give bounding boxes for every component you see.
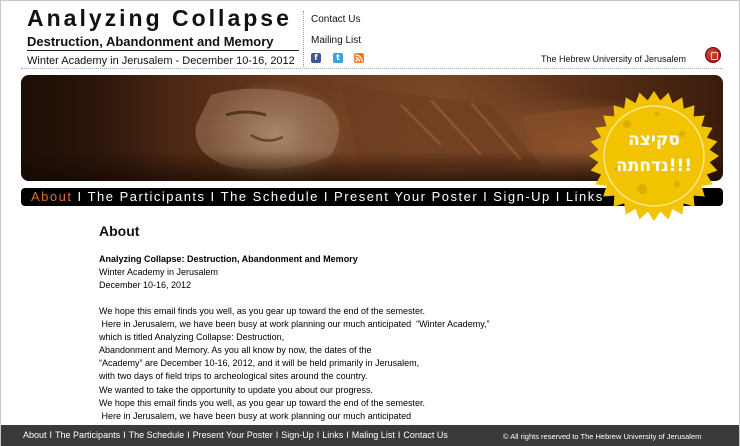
contact-us-link[interactable]: Contact Us: [311, 14, 360, 25]
footer-separator: I: [123, 430, 126, 440]
page-frame: Analyzing Collapse Destruction, Abandonm…: [0, 0, 740, 446]
footer-link-links[interactable]: Links: [322, 430, 343, 440]
footer-link-about[interactable]: About: [23, 430, 47, 440]
site-dates: Winter Academy in Jerusalem - December 1…: [27, 55, 295, 67]
footer-link-schedule[interactable]: The Schedule: [129, 430, 185, 440]
stamp-text: סקיצה נדחתה!!!: [587, 127, 721, 179]
main-content: About Analyzing Collapse: Destruction, A…: [99, 223, 519, 423]
rss-icon[interactable]: [354, 53, 364, 63]
nav-sign-up[interactable]: Sign-Up: [493, 189, 550, 204]
header-vertical-divider: [303, 11, 304, 67]
footer-separator: I: [49, 430, 53, 440]
intro-dates: December 10-16, 2012: [99, 280, 192, 290]
page-title: About: [99, 223, 140, 239]
university-name[interactable]: The Hebrew University of Jerusalem: [541, 54, 686, 64]
stamp-texture-spot: [674, 181, 680, 187]
rejected-stamp: סקיצה נדחתה!!!: [587, 89, 721, 223]
stamp-line-2: נדחתה!!!: [616, 156, 692, 176]
nav-list: About I The Participants I The Schedule I Pres…: [31, 189, 604, 204]
stamp-line-1: סקיצה: [628, 130, 680, 150]
intro-subtitle: Winter Academy in Jerusalem: [99, 267, 219, 277]
nav-separator: I: [210, 189, 216, 204]
footer-separator: I: [316, 430, 320, 440]
copyright-text: © All rights reserved to The Hebrew Univ…: [503, 432, 702, 441]
twitter-icon[interactable]: t: [333, 53, 343, 63]
site-title[interactable]: Analyzing Collapse: [27, 5, 292, 32]
paragraph-line: Abandonment and Memory. As you all know …: [99, 345, 372, 356]
paragraph-line: Here in Jerusalem, we have been busy at …: [99, 410, 412, 421]
footer-link-contact[interactable]: Contact Us: [403, 430, 448, 440]
paragraph-line: We hope this email finds you well, as yo…: [99, 306, 426, 316]
nav-separator: I: [555, 189, 561, 204]
footer-link-sign-up[interactable]: Sign-Up: [281, 430, 314, 440]
footer-link-participants[interactable]: The Participants: [55, 430, 120, 440]
paragraph-line: Here in Jerusalem, we have been busy at …: [99, 319, 490, 330]
stamp-texture-spot: [654, 111, 660, 117]
footer-separator: I: [275, 430, 279, 440]
nav-present-poster[interactable]: Present Your Poster: [334, 189, 478, 204]
intro-title: Analyzing Collapse: Destruction, Abandon…: [99, 254, 358, 264]
university-seal-icon[interactable]: [705, 47, 721, 63]
header-bottom-divider: [21, 68, 723, 69]
paragraph-line: which is titled Analyzing Collapse: Dest…: [99, 332, 285, 343]
paragraph-line: with two days of field trips to archeolo…: [99, 371, 368, 382]
footer-link-present-poster[interactable]: Present Your Poster: [193, 430, 273, 440]
nav-participants[interactable]: The Participants: [88, 189, 206, 204]
paragraph-line: We wanted to take the opportunity to upd…: [99, 384, 374, 395]
body-paragraph: We hope this email finds you well, as yo…: [99, 305, 519, 423]
nav-separator: I: [483, 189, 489, 204]
paragraph-line: “Academy” are December 10-16, 2012, and …: [99, 358, 420, 369]
rss-glyph: [355, 54, 363, 62]
nav-separator: I: [323, 189, 330, 204]
nav-separator: I: [77, 189, 83, 204]
site-subtitle: Destruction, Abandonment and Memory: [27, 34, 274, 49]
footer-link-mailing-list[interactable]: Maling List: [352, 430, 395, 440]
site-footer: About I The Participants I The Schedule I Pres…: [1, 425, 739, 446]
stamp-texture-spot: [637, 184, 647, 194]
nav-about[interactable]: About: [31, 189, 72, 204]
nav-schedule[interactable]: The Schedule: [221, 189, 319, 204]
footer-nav: About I The Participants I The Schedule I Pres…: [23, 430, 448, 440]
footer-separator: I: [187, 430, 190, 440]
mailing-list-link[interactable]: Mailing List: [311, 35, 361, 46]
paragraph-line: We hope this email finds you well, as yo…: [99, 397, 426, 408]
facebook-icon[interactable]: f: [311, 53, 321, 63]
footer-separator: I: [346, 430, 349, 440]
title-divider: [27, 50, 299, 51]
